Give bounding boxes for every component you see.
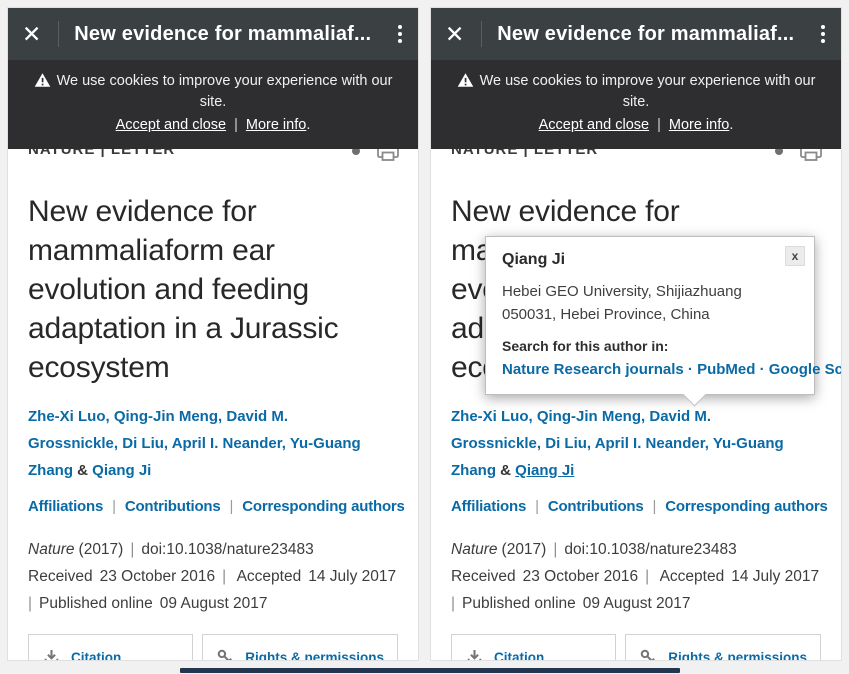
rights-permissions-button[interactable]: Rights & permissions — [202, 634, 398, 660]
google-scholar-link[interactable]: Google Scholar — [769, 361, 841, 378]
corresponding-authors-link[interactable]: Corresponding authors — [665, 498, 827, 515]
popup-search-prompt: Search for this author in: — [502, 337, 798, 355]
author-link[interactable]: Di Liu — [545, 435, 587, 452]
cookie-period: . — [729, 117, 733, 133]
nature-research-journals-link[interactable]: Nature Research journals — [502, 361, 684, 378]
affiliations-link[interactable]: Affiliations — [28, 498, 103, 515]
citation-button[interactable]: Citation — [28, 634, 193, 660]
screenshot-stage: ✕ New evidence for mammaliaf... We use c… — [0, 0, 849, 674]
author-popup: x Qiang Ji Hebei GEO University, Shijiaz… — [485, 236, 815, 395]
author-link[interactable]: Zhe-Xi Luo — [28, 408, 106, 425]
print-icon[interactable] — [799, 149, 823, 161]
contributions-link[interactable]: Contributions — [125, 498, 221, 515]
appbar-divider — [58, 21, 59, 47]
app-bar: ✕ New evidence for mammaliaf... — [8, 8, 418, 60]
masthead-strip-clipped: NATURE | LETTER — [26, 149, 400, 162]
author-list: Zhe-Xi Luo, Qing-Jin Meng, David M. Gros… — [451, 403, 821, 484]
rights-permissions-button[interactable]: Rights & permissions — [625, 634, 821, 660]
journal-section-label: NATURE | LETTER — [451, 149, 598, 158]
article-nav-links: Affiliations|Contributions|Corresponding… — [451, 498, 821, 515]
key-icon — [216, 648, 235, 661]
more-info-link[interactable]: More info — [669, 117, 729, 133]
ampersand: & — [73, 462, 92, 479]
panel-right: ✕ New evidence for mammaliaf... We use c… — [431, 8, 841, 660]
cookie-message: We use cookies to improve your experienc… — [22, 71, 404, 113]
accept-cookies-link[interactable]: Accept and close — [116, 117, 226, 133]
article-dates: Received23 October 2016| Accepted14 July… — [451, 564, 821, 617]
contributions-link[interactable]: Contributions — [548, 498, 644, 515]
author-list: Zhe-Xi Luo, Qing-Jin Meng, David M. Gros… — [28, 403, 398, 484]
cookie-separator: | — [234, 117, 238, 133]
cookie-period: . — [306, 117, 310, 133]
journal-name: Nature — [28, 541, 75, 558]
warning-icon — [457, 72, 474, 88]
author-link[interactable]: Zhe-Xi Luo — [451, 408, 529, 425]
citation-button[interactable]: Citation — [451, 634, 616, 660]
download-icon — [465, 648, 484, 661]
overflow-menu-icon[interactable] — [819, 21, 827, 47]
close-icon[interactable]: ✕ — [445, 23, 464, 46]
app-bar: ✕ New evidence for mammaliaf... — [431, 8, 841, 60]
share-icon[interactable] — [352, 149, 360, 155]
print-icon[interactable] — [376, 149, 400, 161]
window-title: New evidence for mammaliaf... — [497, 23, 819, 46]
cookie-separator: | — [657, 117, 661, 133]
cookie-message: We use cookies to improve your experienc… — [445, 71, 827, 113]
popup-close-button[interactable]: x — [785, 246, 805, 266]
ampersand: & — [496, 462, 515, 479]
cookie-banner: We use cookies to improve your experienc… — [431, 60, 841, 149]
popup-affiliation: Hebei GEO University, Shijiazhuang 05003… — [502, 280, 798, 326]
action-buttons: Citation Rights & permissions — [28, 634, 398, 660]
doi: doi:10.1038/nature23483 — [564, 541, 736, 558]
close-icon[interactable]: ✕ — [22, 23, 41, 46]
appbar-divider — [481, 21, 482, 47]
author-link[interactable]: Qing-Jin Meng — [114, 408, 218, 425]
author-link[interactable]: Qing-Jin Meng — [537, 408, 641, 425]
warning-icon — [34, 72, 51, 88]
journal-citation-line: Nature(2017)|doi:10.1038/nature23483 — [451, 537, 821, 563]
author-link[interactable]: April I. Neander — [172, 435, 282, 452]
author-link[interactable]: April I. Neander — [595, 435, 705, 452]
popup-search-links: Nature Research journals · PubMed · Goog… — [502, 357, 798, 382]
doi: doi:10.1038/nature23483 — [141, 541, 313, 558]
download-icon — [42, 648, 61, 661]
author-link[interactable]: Qiang Ji — [92, 462, 151, 479]
pubmed-link[interactable]: PubMed — [697, 361, 755, 378]
bottom-accent-bar — [180, 668, 680, 673]
author-link-active[interactable]: Qiang Ji — [515, 462, 574, 479]
article-content: New evidence for mammaliaform ear evolut… — [8, 192, 418, 660]
article-nav-links: Affiliations|Contributions|Corresponding… — [28, 498, 398, 515]
article-dates: Received23 October 2016| Accepted14 July… — [28, 564, 398, 617]
share-icon[interactable] — [775, 149, 783, 155]
cookie-banner: We use cookies to improve your experienc… — [8, 60, 418, 149]
journal-citation-line: Nature(2017)|doi:10.1038/nature23483 — [28, 537, 398, 563]
journal-section-label: NATURE | LETTER — [28, 149, 175, 158]
window-title: New evidence for mammaliaf... — [74, 23, 396, 46]
accept-cookies-link[interactable]: Accept and close — [539, 117, 649, 133]
overflow-menu-icon[interactable] — [396, 21, 404, 47]
corresponding-authors-link[interactable]: Corresponding authors — [242, 498, 404, 515]
author-link[interactable]: Di Liu — [122, 435, 164, 452]
popup-author-name: Qiang Ji — [502, 250, 798, 270]
key-icon — [639, 648, 658, 661]
more-info-link[interactable]: More info — [246, 117, 306, 133]
masthead-strip-clipped: NATURE | LETTER — [449, 149, 823, 162]
journal-name: Nature — [451, 541, 498, 558]
action-buttons: Citation Rights & permissions — [451, 634, 821, 660]
affiliations-link[interactable]: Affiliations — [451, 498, 526, 515]
panel-left: ✕ New evidence for mammaliaf... We use c… — [8, 8, 418, 660]
article-title: New evidence for mammaliaform ear evolut… — [28, 192, 398, 387]
